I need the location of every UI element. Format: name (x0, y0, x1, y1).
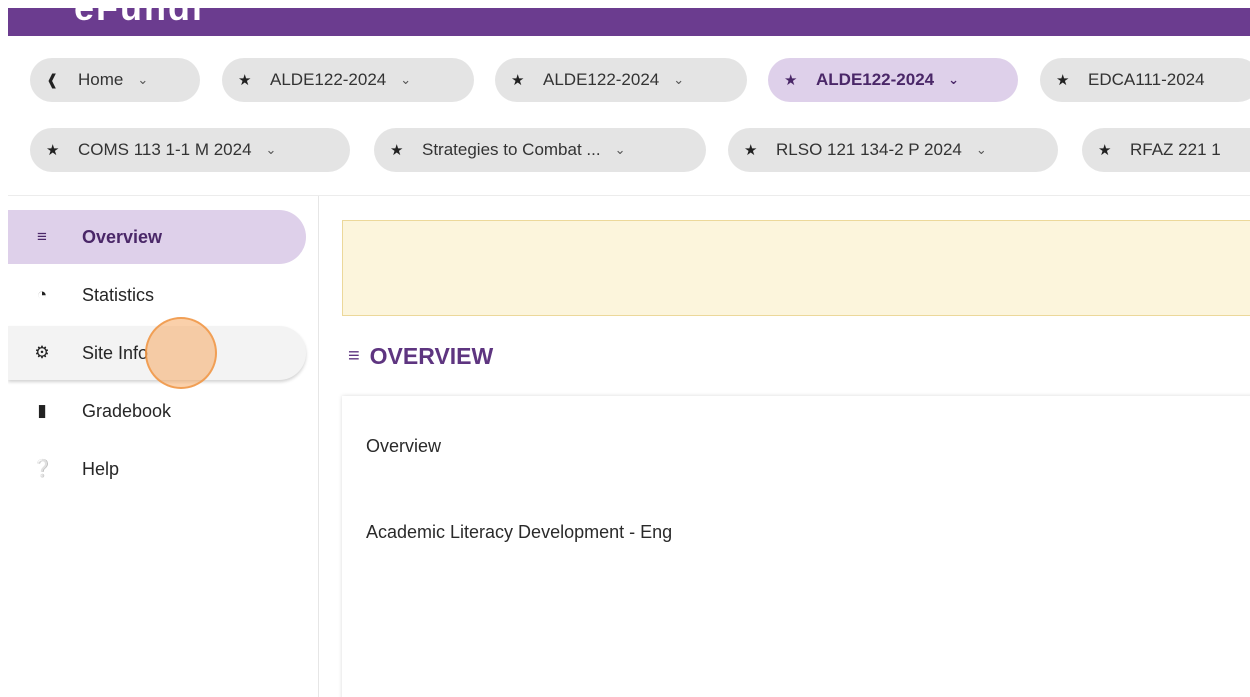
chevron-down-icon[interactable]: ⌄ (976, 142, 987, 158)
chevron-down-icon[interactable]: ⌄ (673, 72, 684, 88)
chevron-down-icon[interactable]: ⌄ (615, 142, 626, 158)
top-banner: eFundi (8, 8, 1250, 36)
home-icon: ❰ (46, 72, 59, 89)
tool-sidebar: ≡ Overview ◔ Statistics ⚙ Site Info ▮ Gr… (8, 196, 319, 697)
sidebar-item-label: Gradebook (82, 400, 172, 421)
sidebar-item-statistics[interactable]: ◔ Statistics (8, 268, 306, 322)
tab-strategies[interactable]: ★ Strategies to Combat ... ⌄ (374, 128, 706, 172)
sidebar-item-label: Site Info (82, 342, 149, 363)
pie-chart-icon: ◔ (36, 285, 48, 304)
star-icon: ★ (1056, 72, 1070, 89)
content-body: Academic Literacy Development - Eng (366, 522, 673, 542)
tab-label: COMS 113 1-1 M 2024 (78, 140, 252, 159)
tab-rfaz221[interactable]: ★ RFAZ 221 1 (1082, 128, 1250, 172)
page-title: ≡ OVERVIEW (348, 343, 493, 370)
sidebar-item-overview[interactable]: ≡ Overview (8, 210, 306, 264)
tab-label: Strategies to Combat ... (422, 140, 601, 159)
tab-label: RFAZ 221 1 (1130, 140, 1221, 159)
chevron-down-icon[interactable]: ⌄ (266, 142, 277, 158)
sidebar-item-help[interactable]: ❔ Help (8, 442, 306, 496)
alert-banner (342, 220, 1250, 316)
star-icon: ★ (511, 72, 525, 89)
star-icon: ★ (390, 142, 404, 159)
chevron-down-icon[interactable]: ⌄ (137, 72, 148, 88)
star-icon: ★ (238, 72, 252, 89)
help-icon: ❔ (32, 459, 54, 478)
sidebar-item-gradebook[interactable]: ▮ Gradebook (8, 384, 306, 438)
gear-icon: ⚙ (34, 343, 50, 362)
tab-label: RLSO 121 134-2 P 2024 (776, 140, 962, 159)
book-icon: ▮ (37, 401, 47, 420)
content-heading: Overview (366, 436, 442, 456)
tab-label: ALDE122-2024 (270, 70, 387, 89)
tab-label: ALDE122-2024 (543, 70, 660, 89)
tab-coms113[interactable]: ★ COMS 113 1-1 M 2024 ⌄ (30, 128, 350, 172)
click-marker (145, 317, 217, 389)
star-icon: ★ (1098, 142, 1112, 159)
site-tabs: ❰ Home ⌄ ★ ALDE122-2024 ⌄ ★ ALDE122-2024… (8, 36, 1250, 196)
chevron-down-icon[interactable]: ⌄ (400, 72, 411, 88)
tab-alde122-active[interactable]: ★ ALDE122-2024 ⌄ (768, 58, 1018, 102)
brand-logo[interactable]: eFundi (74, 8, 204, 26)
tab-alde122-1[interactable]: ★ ALDE122-2024 ⌄ (222, 58, 474, 102)
tab-rlso121[interactable]: ★ RLSO 121 134-2 P 2024 ⌄ (728, 128, 1058, 172)
list-icon: ≡ (348, 345, 360, 367)
tab-alde122-2[interactable]: ★ ALDE122-2024 ⌄ (495, 58, 747, 102)
tab-label: ALDE122-2024 (816, 70, 935, 89)
overview-content: Overview Academic Literacy Development -… (342, 396, 1250, 697)
star-icon: ★ (784, 72, 798, 89)
page: eFundi ❰ Home ⌄ ★ ALDE122-2024 ⌄ ★ ALDE1… (8, 8, 1250, 697)
sidebar-item-label: Statistics (82, 284, 155, 305)
list-icon: ≡ (37, 227, 47, 246)
page-title-text: OVERVIEW (369, 343, 494, 369)
chevron-down-icon[interactable]: ⌄ (948, 72, 959, 88)
tab-label: EDCA111-2024 (1088, 70, 1205, 89)
star-icon: ★ (744, 142, 758, 159)
tab-label: Home (78, 70, 124, 89)
star-icon: ★ (46, 142, 60, 159)
sidebar-item-label: Help (82, 458, 120, 479)
tab-home[interactable]: ❰ Home ⌄ (30, 58, 200, 102)
tab-edca111[interactable]: ★ EDCA111-2024 (1040, 58, 1250, 102)
sidebar-item-label: Overview (82, 226, 163, 247)
